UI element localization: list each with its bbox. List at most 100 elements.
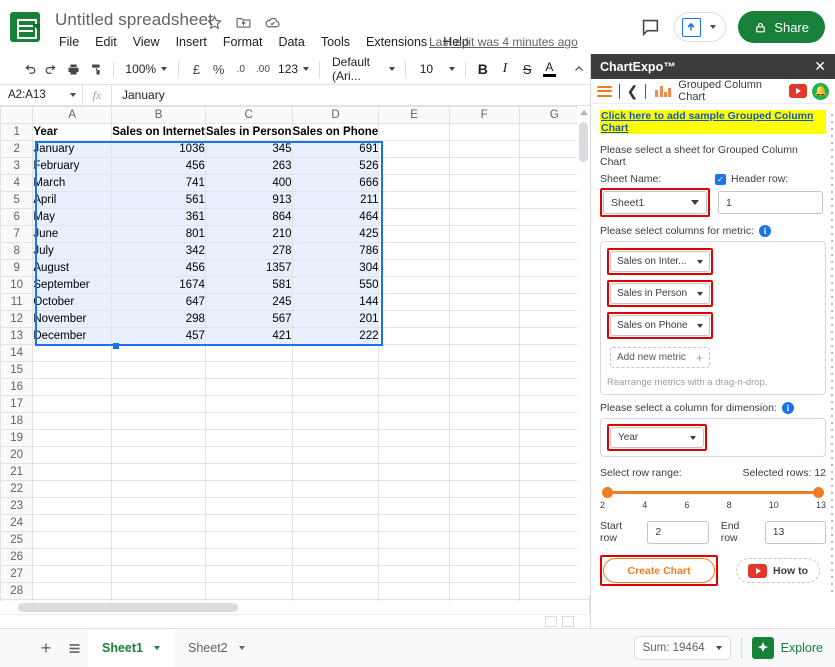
text-color-button[interactable]: A	[538, 57, 560, 81]
dimension-select[interactable]: Year	[610, 427, 704, 448]
italic-button[interactable]: I	[494, 57, 516, 81]
strikethrough-button[interactable]: S	[516, 57, 538, 81]
table-row[interactable]: 23	[0, 497, 590, 515]
cell-header[interactable]: Sales on Internet	[111, 123, 206, 141]
cell[interactable]: 550	[291, 276, 380, 294]
cell[interactable]: 210	[204, 225, 293, 243]
cell[interactable]	[204, 548, 293, 566]
cell[interactable]: 456	[111, 157, 206, 175]
row-header-19[interactable]: 19	[0, 429, 34, 447]
row-header-12[interactable]: 12	[0, 310, 34, 328]
row-header-18[interactable]: 18	[0, 412, 34, 430]
row-header-5[interactable]: 5	[0, 191, 34, 209]
cell[interactable]	[111, 429, 206, 447]
chevron-down-icon[interactable]	[238, 646, 245, 650]
header-row-toggle[interactable]: ✓ Header row:	[715, 173, 788, 185]
cell[interactable]	[448, 446, 520, 464]
sheet-tab-sheet2[interactable]: Sheet2	[174, 629, 259, 667]
cell[interactable]	[291, 361, 380, 379]
cell[interactable]	[291, 446, 380, 464]
cell[interactable]	[378, 310, 450, 328]
table-row[interactable]: 12 November 298 567 201	[0, 310, 590, 328]
cell[interactable]	[111, 565, 206, 583]
cell[interactable]	[448, 140, 520, 158]
header-row-input[interactable]: 1	[718, 191, 823, 214]
cell[interactable]	[291, 463, 380, 481]
decrease-decimal-button[interactable]: .0	[230, 57, 252, 81]
cell[interactable]	[111, 446, 206, 464]
row-header-28[interactable]: 28	[0, 582, 34, 600]
cell[interactable]	[32, 548, 113, 566]
cell[interactable]	[448, 242, 520, 260]
cell[interactable]	[291, 429, 380, 447]
formula-input[interactable]: January	[112, 88, 165, 102]
cell[interactable]: February	[32, 157, 113, 175]
cell-header[interactable]: Sales in Person	[204, 123, 293, 141]
cell[interactable]	[378, 293, 450, 311]
currency-format-button[interactable]: £	[185, 57, 207, 81]
table-row[interactable]: 18	[0, 412, 590, 430]
table-row[interactable]: 19	[0, 429, 590, 447]
cell[interactable]	[448, 565, 520, 583]
table-row[interactable]: 28	[0, 582, 590, 600]
cell[interactable]	[204, 395, 293, 413]
table-row[interactable]: 14	[0, 344, 590, 362]
cell[interactable]	[204, 344, 293, 362]
print-icon[interactable]	[63, 57, 85, 81]
document-title[interactable]: Untitled spreadsheet	[55, 10, 213, 30]
back-chevron-icon[interactable]: ❮	[627, 84, 639, 98]
table-row[interactable]: 16	[0, 378, 590, 396]
row-header-13[interactable]: 13	[0, 327, 34, 345]
cell[interactable]	[111, 582, 206, 600]
paint-format-icon[interactable]	[85, 57, 107, 81]
redo-icon[interactable]	[41, 57, 63, 81]
cell[interactable]	[111, 548, 206, 566]
row-header-24[interactable]: 24	[0, 514, 34, 532]
more-formats-control[interactable]: 123	[274, 57, 313, 81]
cell[interactable]	[378, 514, 450, 532]
row-header-27[interactable]: 27	[0, 565, 34, 583]
table-row[interactable]: 11 October 647 245 144	[0, 293, 590, 311]
create-chart-button[interactable]: Create Chart	[603, 558, 715, 583]
row-header-16[interactable]: 16	[0, 378, 34, 396]
start-row-input[interactable]: 2	[647, 520, 709, 544]
sheet-tab-sheet1[interactable]: Sheet1	[88, 628, 174, 667]
cell[interactable]	[32, 497, 113, 515]
cell[interactable]	[291, 548, 380, 566]
column-header-a[interactable]: A	[32, 106, 113, 124]
cell[interactable]	[32, 361, 113, 379]
chevron-down-icon[interactable]	[154, 646, 160, 650]
row-header-14[interactable]: 14	[0, 344, 34, 362]
selection-fill-handle[interactable]	[113, 343, 119, 349]
collapse-toolbar-button[interactable]	[568, 57, 590, 81]
cell[interactable]	[448, 582, 520, 600]
cell[interactable]: 561	[111, 191, 206, 209]
cell[interactable]: November	[32, 310, 113, 328]
column-header-b[interactable]: B	[111, 106, 206, 124]
font-family-control[interactable]: Default (Ari...	[326, 55, 399, 83]
row-header-23[interactable]: 23	[0, 497, 34, 515]
add-new-metric-button[interactable]: Add new metric +	[610, 347, 710, 368]
table-row[interactable]: 9 August 456 1357 304	[0, 259, 590, 277]
cell[interactable]: 211	[291, 191, 380, 209]
cell[interactable]	[111, 480, 206, 498]
cell[interactable]	[378, 497, 450, 515]
cell[interactable]: 666	[291, 174, 380, 192]
cell[interactable]	[32, 565, 113, 583]
row-header-21[interactable]: 21	[0, 463, 34, 481]
cell[interactable]	[32, 344, 113, 362]
cell[interactable]: 345	[204, 140, 293, 158]
cell[interactable]	[111, 497, 206, 515]
cell[interactable]: 144	[291, 293, 380, 311]
cell[interactable]: March	[32, 174, 113, 192]
cell-header[interactable]: Sales on Phone	[291, 123, 380, 141]
cell[interactable]: 464	[291, 208, 380, 226]
cell[interactable]	[378, 259, 450, 277]
cell[interactable]	[291, 344, 380, 362]
last-edit-status[interactable]: Last edit was 4 minutes ago	[429, 35, 578, 49]
cell[interactable]	[111, 531, 206, 549]
cell[interactable]: 263	[204, 157, 293, 175]
menu-file[interactable]: File	[55, 33, 87, 51]
cell[interactable]	[111, 395, 206, 413]
column-header-f[interactable]: F	[448, 106, 520, 124]
